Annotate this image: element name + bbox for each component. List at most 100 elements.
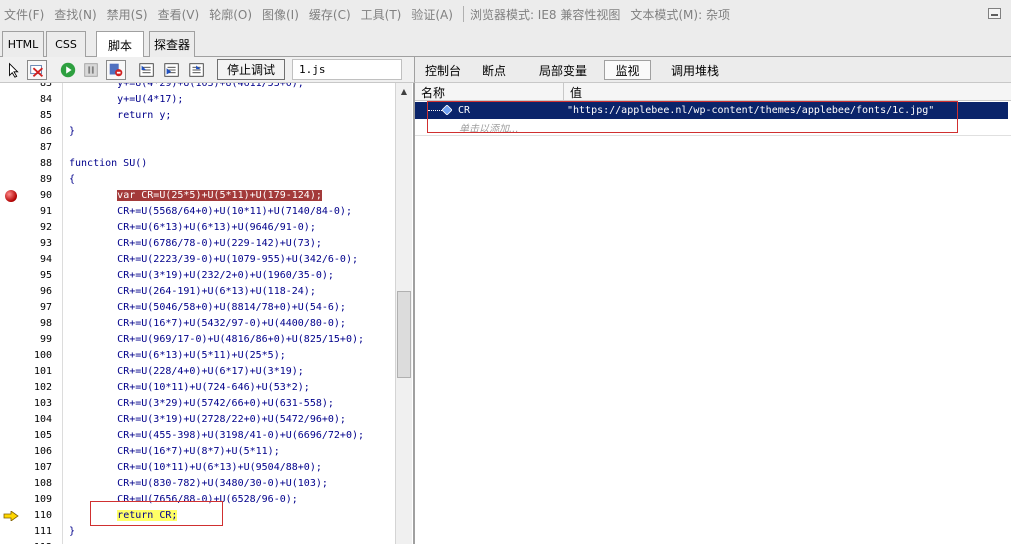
code-text: CR+=U(228/4+0)+U(6*17)+U(3*19);: [69, 364, 304, 380]
line-number: 112: [0, 540, 52, 544]
step-into-icon: [139, 63, 154, 77]
tab-css[interactable]: CSS: [46, 31, 86, 57]
code-line[interactable]: 108 CR+=U(830-782)+U(3480/30-0)+U(103);: [0, 476, 395, 492]
code-line[interactable]: 89 {: [0, 172, 395, 188]
menu-tools[interactable]: 工具(T): [361, 6, 402, 23]
code-line[interactable]: 94 CR+=U(2223/39-0)+U(1079-955)+U(342/6-…: [0, 252, 395, 268]
line-number: 107: [33, 462, 52, 473]
tab-console[interactable]: 控制台: [419, 60, 467, 80]
break-on-error-button[interactable]: [106, 60, 126, 80]
tab-html[interactable]: HTML: [2, 31, 44, 57]
code-line[interactable]: 90 var CR=U(25*5)+U(5*11)+U(179-124);: [0, 188, 395, 204]
code-line[interactable]: 105 CR+=U(455-398)+U(3198/41-0)+U(6696/7…: [0, 428, 395, 444]
tab-call-stack[interactable]: 调用堆栈: [663, 60, 727, 80]
minimize-icon[interactable]: [988, 8, 1001, 19]
watch-highlight-box: [427, 101, 958, 133]
column-value-header[interactable]: 值: [570, 84, 582, 101]
browser-mode-menu[interactable]: 浏览器模式: IE8 兼容性视图: [470, 6, 620, 23]
continue-button[interactable]: [58, 60, 78, 80]
code-line[interactable]: 102 CR+=U(10*11)+U(724-646)+U(53*2);: [0, 380, 395, 396]
menu-validate[interactable]: 验证(A): [411, 6, 453, 23]
code-line[interactable]: 91 CR+=U(5568/64+0)+U(10*11)+U(7140/84-0…: [0, 204, 395, 220]
menu-find[interactable]: 查找(N): [54, 6, 96, 23]
code-line[interactable]: 88 function SU(): [0, 156, 395, 172]
menu-file[interactable]: 文件(F): [4, 6, 44, 23]
select-element-button[interactable]: [4, 60, 24, 80]
code-line[interactable]: 99 CR+=U(969/17-0)+U(4816/86+0)+U(825/15…: [0, 332, 395, 348]
code-line[interactable]: 87: [0, 140, 395, 156]
code-line[interactable]: 96 CR+=U(264-191)+U(6*13)+U(118-24);: [0, 284, 395, 300]
code-content: {: [69, 174, 76, 185]
code-line[interactable]: 103 CR+=U(3*29)+U(5742/66+0)+U(631-558);: [0, 396, 395, 412]
code-content: return y;: [117, 110, 172, 121]
code-content: CR+=U(455-398)+U(3198/41-0)+U(6696/72+0)…: [117, 430, 365, 441]
step-over-button[interactable]: [162, 60, 182, 80]
scroll-thumb[interactable]: [397, 291, 411, 378]
line-number: 93: [39, 238, 52, 249]
clear-browser-cache-button[interactable]: [27, 60, 47, 80]
code-line[interactable]: 92 CR+=U(6*13)+U(6*13)+U(9646/91-0);: [0, 220, 395, 236]
code-line[interactable]: 84 y+=U(4*17);: [0, 92, 395, 108]
script-editor[interactable]: 83 y+=U(4*29)+U(103)+U(4611/53+0); 84 y+=…: [0, 83, 414, 544]
code-line[interactable]: 106 CR+=U(16*7)+U(8*7)+U(5*11);: [0, 444, 395, 460]
code-line[interactable]: 97 CR+=U(5046/58+0)+U(8814/78+0)+U(54-6)…: [0, 300, 395, 316]
tab-locals[interactable]: 局部变量: [533, 60, 593, 80]
line-number: 85: [39, 110, 52, 121]
line-number: 102: [33, 382, 52, 393]
code-line[interactable]: 107 CR+=U(10*11)+U(6*13)+U(9504/88+0);: [0, 460, 395, 476]
tab-breakpoints[interactable]: 断点: [475, 60, 513, 80]
code-text: {: [69, 172, 75, 188]
code-line[interactable]: 111}: [0, 524, 395, 540]
code-line[interactable]: 95 CR+=U(3*19)+U(232/2+0)+U(1960/35-0);: [0, 268, 395, 284]
code-line[interactable]: 104 CR+=U(3*19)+U(2728/22+0)+U(5472/96+0…: [0, 412, 395, 428]
tab-profiler[interactable]: 探查器: [149, 31, 195, 57]
step-out-icon: [189, 63, 204, 77]
stop-debugging-button[interactable]: 停止调试: [217, 59, 285, 80]
menu-cache[interactable]: 缓存(C): [309, 6, 351, 23]
step-out-button[interactable]: [187, 60, 207, 80]
code-line[interactable]: 101 CR+=U(228/4+0)+U(6*17)+U(3*19);: [0, 364, 395, 380]
breakpoint-icon[interactable]: [5, 190, 17, 202]
column-name-header[interactable]: 名称: [421, 84, 445, 101]
tab-script[interactable]: 脚本: [96, 31, 144, 58]
script-toolbar: 停止调试 1.js: [0, 57, 414, 83]
code-text: CR+=U(16*7)+U(5432/97-0)+U(4400/80-0);: [69, 316, 346, 332]
line-number: 83: [39, 83, 52, 89]
right-panel-tabs: 控制台 断点 局部变量 监视 调用堆栈: [414, 57, 1011, 83]
menu-images[interactable]: 图像(I): [262, 6, 299, 23]
code-line[interactable]: 93 CR+=U(6786/78-0)+U(229-142)+U(73);: [0, 236, 395, 252]
code-content: CR+=U(3*29)+U(5742/66+0)+U(631-558);: [117, 398, 334, 409]
menu-disable[interactable]: 禁用(S): [107, 6, 148, 23]
scroll-up-icon[interactable]: ▲: [396, 83, 412, 100]
current-line-arrow-icon: [3, 511, 19, 521]
step-into-button[interactable]: [137, 60, 157, 80]
code-text: }: [69, 124, 75, 140]
menu-view[interactable]: 查看(V): [158, 6, 200, 23]
editor-scrollbar[interactable]: ▲: [395, 83, 412, 544]
column-divider[interactable]: [563, 83, 564, 101]
break-all-button[interactable]: [81, 60, 101, 80]
code-text: var CR=U(25*5)+U(5*11)+U(179-124);: [69, 188, 322, 204]
code-line[interactable]: 112: [0, 540, 395, 544]
code-line[interactable]: 98 CR+=U(16*7)+U(5432/97-0)+U(4400/80-0)…: [0, 316, 395, 332]
code-text: CR+=U(5046/58+0)+U(8814/78+0)+U(54-6);: [69, 300, 346, 316]
code-content: CR+=U(6786/78-0)+U(229-142)+U(73);: [117, 238, 322, 249]
line-number: 89: [39, 174, 52, 185]
code-text: return y;: [69, 108, 171, 124]
code-content: y+=U(4*17);: [117, 94, 184, 105]
breakpoint-code: var CR=U(25*5)+U(5*11)+U(179-124);: [117, 190, 322, 201]
code-content: y+=U(4*29)+U(103)+U(4611/53+0);: [117, 83, 304, 89]
code-line[interactable]: 86}: [0, 124, 395, 140]
code-line[interactable]: 100 CR+=U(6*13)+U(5*11)+U(25*5);: [0, 348, 395, 364]
document-mode-menu[interactable]: 文本模式(M): 杂项: [630, 6, 730, 23]
code-line[interactable]: 83 y+=U(4*29)+U(103)+U(4611/53+0);: [0, 83, 395, 92]
menu-outline[interactable]: 轮廓(O): [209, 6, 252, 23]
devtools-tabs: HTML CSS 脚本 探查器: [0, 28, 1011, 78]
tab-watch[interactable]: 监视: [604, 60, 651, 80]
script-file-selector[interactable]: 1.js: [292, 59, 402, 80]
line-number: 84: [39, 94, 52, 105]
line-number: 97: [39, 302, 52, 313]
code-line[interactable]: 85 return y;: [0, 108, 395, 124]
code-content: CR+=U(3*19)+U(2728/22+0)+U(5472/96+0);: [117, 414, 346, 425]
code-content: CR+=U(2223/39-0)+U(1079-955)+U(342/6-0);: [117, 254, 358, 265]
